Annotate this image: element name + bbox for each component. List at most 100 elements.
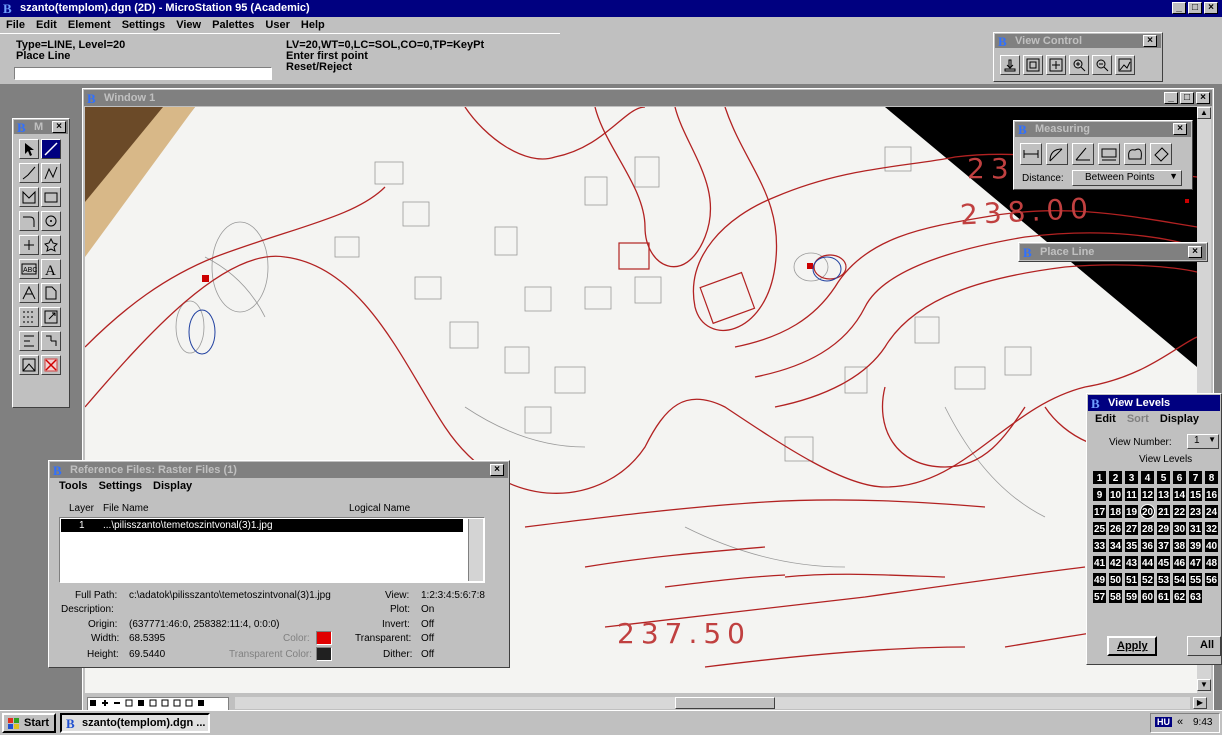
level-cell[interactable]: 51 [1124, 572, 1139, 587]
level-cell[interactable]: 29 [1156, 521, 1171, 536]
view-control-strip[interactable] [87, 697, 229, 711]
level-cell[interactable]: 2 [1108, 470, 1123, 485]
element-selection-icon[interactable] [19, 139, 39, 159]
distance-select[interactable]: Between Points ▼ [1072, 170, 1182, 186]
level-cell[interactable]: 6 [1172, 470, 1187, 485]
menu-settings[interactable]: Settings [99, 480, 142, 492]
level-cell[interactable]: 57 [1092, 589, 1107, 604]
main-palette-titlebar[interactable]: B M × [14, 120, 68, 135]
level-cell[interactable]: 60 [1140, 589, 1155, 604]
place-line-titlebar[interactable]: B Place Line × [1020, 244, 1206, 260]
view-control-titlebar[interactable]: B View Control × [995, 34, 1161, 49]
keyin-field[interactable] [14, 67, 272, 80]
level-cell[interactable]: 43 [1124, 555, 1139, 570]
level-cell[interactable]: 30 [1172, 521, 1187, 536]
window-maximize-button[interactable]: □ [1180, 92, 1194, 104]
menu-user[interactable]: User [265, 17, 289, 33]
level-cell[interactable]: 22 [1172, 504, 1187, 519]
level-cell[interactable]: 8 [1204, 470, 1219, 485]
window-area-icon[interactable] [1046, 55, 1066, 75]
window-close-button[interactable]: × [1196, 92, 1210, 104]
level-cell[interactable]: 53 [1156, 572, 1171, 587]
level-cell[interactable]: 62 [1172, 589, 1187, 604]
level-cell[interactable]: 20 [1140, 504, 1155, 519]
level-cell[interactable]: 45 [1156, 555, 1171, 570]
level-cell[interactable]: 52 [1140, 572, 1155, 587]
measure-radius-icon[interactable] [1046, 143, 1068, 165]
reference-files-close-button[interactable]: × [490, 464, 504, 476]
scroll-down-button[interactable]: ▼ [1197, 679, 1211, 691]
level-cell[interactable]: 63 [1188, 589, 1203, 604]
level-cell[interactable]: 48 [1204, 555, 1219, 570]
place-cell-icon[interactable] [41, 235, 61, 255]
level-cell[interactable]: 39 [1188, 538, 1203, 553]
place-shape-icon[interactable] [19, 187, 39, 207]
view-control-close-button[interactable]: × [1143, 35, 1157, 47]
level-cell[interactable]: 50 [1108, 572, 1123, 587]
fit-view-icon[interactable] [1115, 55, 1135, 75]
level-cell[interactable]: 41 [1092, 555, 1107, 570]
horizontal-scrollbar[interactable] [235, 697, 1190, 709]
measure-length-icon[interactable] [1098, 143, 1120, 165]
place-linestring-icon[interactable] [41, 163, 61, 183]
measure-distance-icon[interactable] [1020, 143, 1042, 165]
level-cell[interactable]: 28 [1140, 521, 1155, 536]
main-palette-close-button[interactable]: × [52, 121, 66, 133]
taskbar-task-microstation[interactable]: B szanto(templom).dgn ... [60, 713, 210, 733]
measure-angle-icon[interactable] [1072, 143, 1094, 165]
level-cell[interactable]: 31 [1188, 521, 1203, 536]
menu-tools[interactable]: Tools [59, 480, 88, 492]
level-cell[interactable]: 16 [1204, 487, 1219, 502]
update-view-icon[interactable] [1000, 55, 1020, 75]
minimize-button[interactable]: _ [1172, 2, 1186, 14]
place-line-icon[interactable] [41, 139, 61, 159]
level-cell[interactable]: 21 [1156, 504, 1171, 519]
measure-volume-icon[interactable] [1150, 143, 1172, 165]
level-cell[interactable]: 11 [1124, 487, 1139, 502]
view-levels-titlebar[interactable]: B View Levels [1088, 395, 1220, 411]
color-swatch[interactable] [316, 631, 332, 645]
level-cell[interactable]: 14 [1172, 487, 1187, 502]
level-cell[interactable]: 58 [1108, 589, 1123, 604]
level-cell[interactable]: 36 [1140, 538, 1155, 553]
transparent-color-swatch[interactable] [316, 647, 332, 661]
menu-file[interactable]: File [6, 17, 25, 33]
level-cell[interactable]: 13 [1156, 487, 1171, 502]
list-scrollbar[interactable] [468, 519, 483, 581]
level-cell[interactable]: 61 [1156, 589, 1171, 604]
menu-sort[interactable]: Sort [1127, 413, 1149, 425]
place-line-close-button[interactable]: × [1188, 246, 1202, 258]
hatch-icon[interactable] [41, 283, 61, 303]
maximize-button[interactable]: □ [1188, 2, 1202, 14]
fence-icon[interactable] [19, 355, 39, 375]
level-cell[interactable]: 19 [1124, 504, 1139, 519]
level-cell[interactable]: 25 [1092, 521, 1107, 536]
level-cell[interactable]: 7 [1188, 470, 1203, 485]
level-cell[interactable]: 27 [1124, 521, 1139, 536]
menu-display[interactable]: Display [1160, 413, 1199, 425]
level-cell[interactable]: 38 [1172, 538, 1187, 553]
place-point-icon[interactable] [19, 235, 39, 255]
delete-element-icon[interactable] [41, 355, 61, 375]
zoom-fit-icon[interactable] [1023, 55, 1043, 75]
level-cell[interactable]: 9 [1092, 487, 1107, 502]
menu-element[interactable]: Element [68, 17, 111, 33]
level-cell[interactable]: 40 [1204, 538, 1219, 553]
app-titlebar[interactable]: B szanto(templom).dgn (2D) - MicroStatio… [0, 0, 1222, 17]
level-cell[interactable]: 46 [1172, 555, 1187, 570]
reference-files-titlebar[interactable]: B Reference Files: Raster Files (1) × [50, 462, 508, 478]
place-text-icon[interactable]: ABC [19, 259, 39, 279]
drop-element-icon[interactable] [19, 331, 39, 351]
level-cell[interactable]: 55 [1188, 572, 1203, 587]
tray-arrows-icon[interactable]: « [1177, 716, 1183, 728]
level-cell[interactable]: 24 [1204, 504, 1219, 519]
window-1-titlebar[interactable]: B Window 1 _ □ × [84, 90, 1212, 106]
level-cell[interactable]: 12 [1140, 487, 1155, 502]
level-cell[interactable]: 23 [1188, 504, 1203, 519]
measure-area-icon[interactable] [1124, 143, 1146, 165]
level-cell[interactable]: 33 [1092, 538, 1107, 553]
table-row[interactable]: 1 ...\pilisszanto\temetoszintvonal(3)1.j… [61, 519, 463, 532]
level-cell[interactable]: 18 [1108, 504, 1123, 519]
level-cell[interactable]: 42 [1108, 555, 1123, 570]
zoom-in-icon[interactable] [1069, 55, 1089, 75]
